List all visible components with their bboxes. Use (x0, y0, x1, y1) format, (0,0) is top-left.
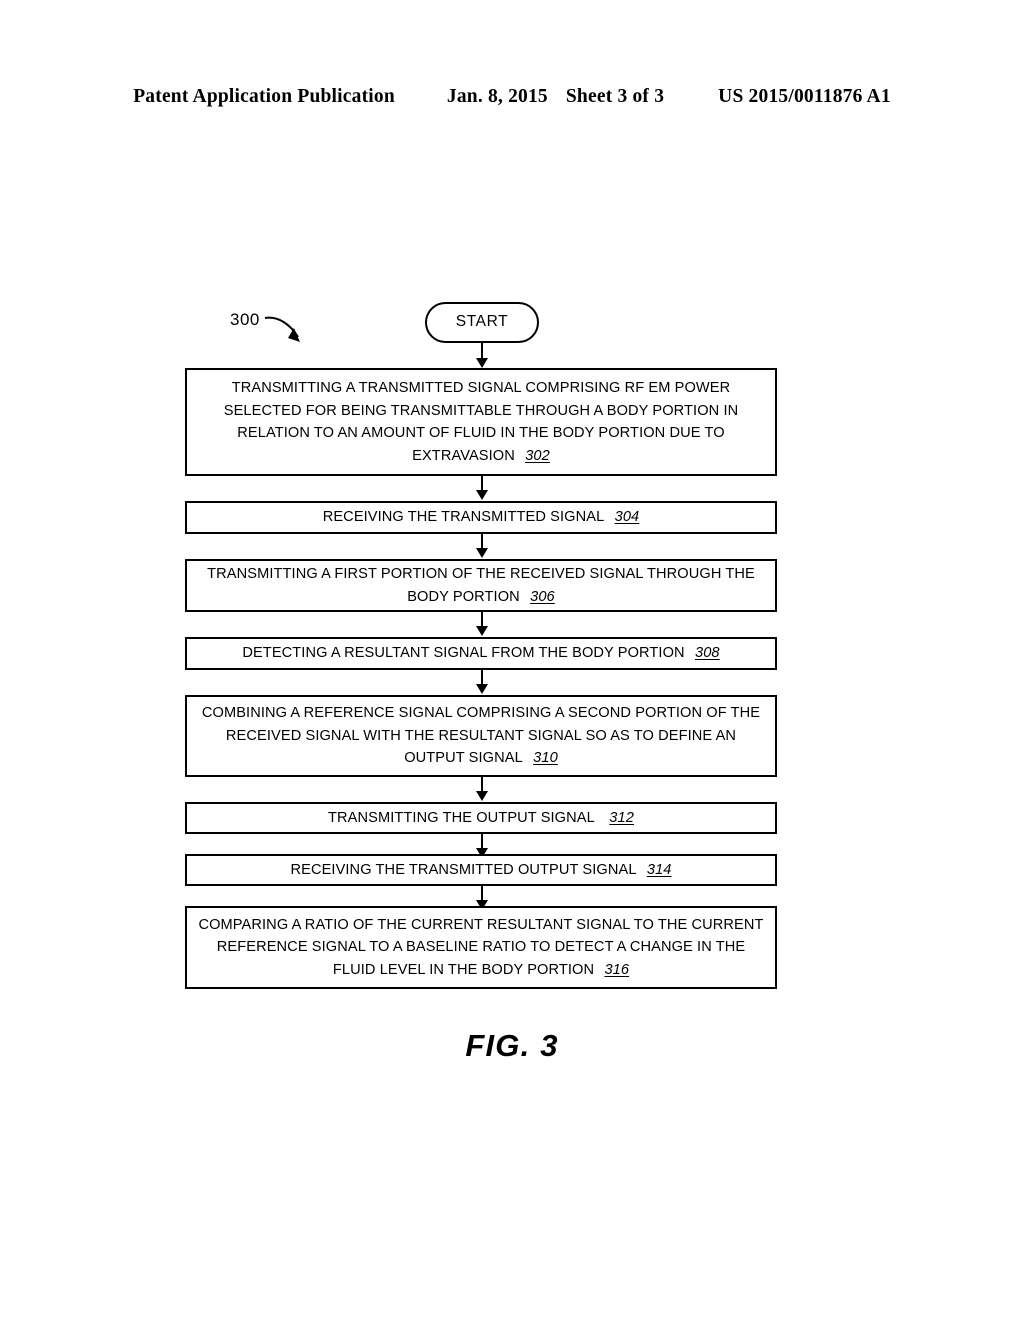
flow-node-312-label: TRANSMITTING THE OUTPUT SIGNAL 312 (197, 807, 765, 830)
flow-node-310-label: COMBINING A REFERENCE SIGNAL COMPRISING … (197, 702, 765, 770)
flow-node-306-ref: 306 (530, 588, 555, 605)
connector-arrow-302-304 (476, 476, 488, 500)
flow-node-316-text: COMPARING A RATIO OF THE CURRENT RESULTA… (198, 916, 764, 978)
connector-arrow-306-308 (476, 612, 488, 636)
diagram-reference-number: 300 (230, 310, 260, 329)
flow-node-316-ref: 316 (604, 961, 630, 978)
flow-node-310-text: COMBINING A REFERENCE SIGNAL COMPRISING … (201, 705, 761, 767)
flow-node-308-label: DETECTING A RESULTANT SIGNAL FROM THE BO… (197, 642, 765, 665)
flow-node-308-ref: 308 (695, 645, 720, 662)
flow-node-302-ref: 302 (525, 447, 550, 464)
flow-node-306[interactable]: TRANSMITTING A FIRST PORTION OF THE RECE… (185, 559, 777, 612)
flow-node-302-label: TRANSMITTING A TRANSMITTED SIGNAL COMPRI… (197, 377, 765, 467)
connector-arrow-304-306 (476, 534, 488, 558)
flowchart-figure: 300 START TRANSMITTING A TRANSMITTED SIG… (0, 0, 1024, 1320)
flow-node-312-ref: 312 (609, 809, 634, 826)
connector-arrow-308-310 (476, 670, 488, 694)
flow-node-start-label: START (455, 313, 509, 331)
flow-node-310[interactable]: COMBINING A REFERENCE SIGNAL COMPRISING … (185, 695, 777, 777)
connector-arrow-start-302 (476, 343, 488, 368)
flow-node-316[interactable]: COMPARING A RATIO OF THE CURRENT RESULTA… (185, 906, 777, 989)
figure-caption: FIG. 3 (465, 1028, 559, 1063)
flow-node-310-ref: 310 (533, 750, 558, 767)
flow-node-314-text: RECEIVING THE TRANSMITTED OUTPUT SIGNAL (290, 861, 637, 878)
flow-node-306-label: TRANSMITTING A FIRST PORTION OF THE RECE… (197, 563, 765, 608)
flow-node-start[interactable]: START (425, 302, 539, 343)
flow-node-314-ref: 314 (646, 861, 672, 878)
flow-node-316-label: COMPARING A RATIO OF THE CURRENT RESULTA… (197, 914, 765, 982)
flow-node-302[interactable]: TRANSMITTING A TRANSMITTED SIGNAL COMPRI… (185, 368, 777, 476)
flow-node-304-text: RECEIVING THE TRANSMITTED SIGNAL (322, 509, 605, 526)
flow-node-314-label: RECEIVING THE TRANSMITTED OUTPUT SIGNAL … (197, 859, 765, 882)
flow-node-314[interactable]: RECEIVING THE TRANSMITTED OUTPUT SIGNAL … (185, 854, 777, 886)
flow-node-308[interactable]: DETECTING A RESULTANT SIGNAL FROM THE BO… (185, 637, 777, 670)
flow-node-304-label: RECEIVING THE TRANSMITTED SIGNAL 304 (197, 506, 765, 529)
flow-node-306-text: TRANSMITTING A FIRST PORTION OF THE RECE… (207, 566, 755, 605)
connector-arrow-310-312 (476, 777, 488, 801)
flow-node-304-ref: 304 (614, 509, 640, 526)
flow-node-312-text: TRANSMITTING THE OUTPUT SIGNAL (328, 809, 595, 826)
flow-node-304[interactable]: RECEIVING THE TRANSMITTED SIGNAL 304 (185, 501, 777, 534)
flow-node-302-text: TRANSMITTING A TRANSMITTED SIGNAL COMPRI… (223, 380, 739, 464)
flow-node-312[interactable]: TRANSMITTING THE OUTPUT SIGNAL 312 (185, 802, 777, 834)
curved-arrow-icon (264, 316, 300, 342)
flow-node-308-text: DETECTING A RESULTANT SIGNAL FROM THE BO… (242, 645, 685, 662)
